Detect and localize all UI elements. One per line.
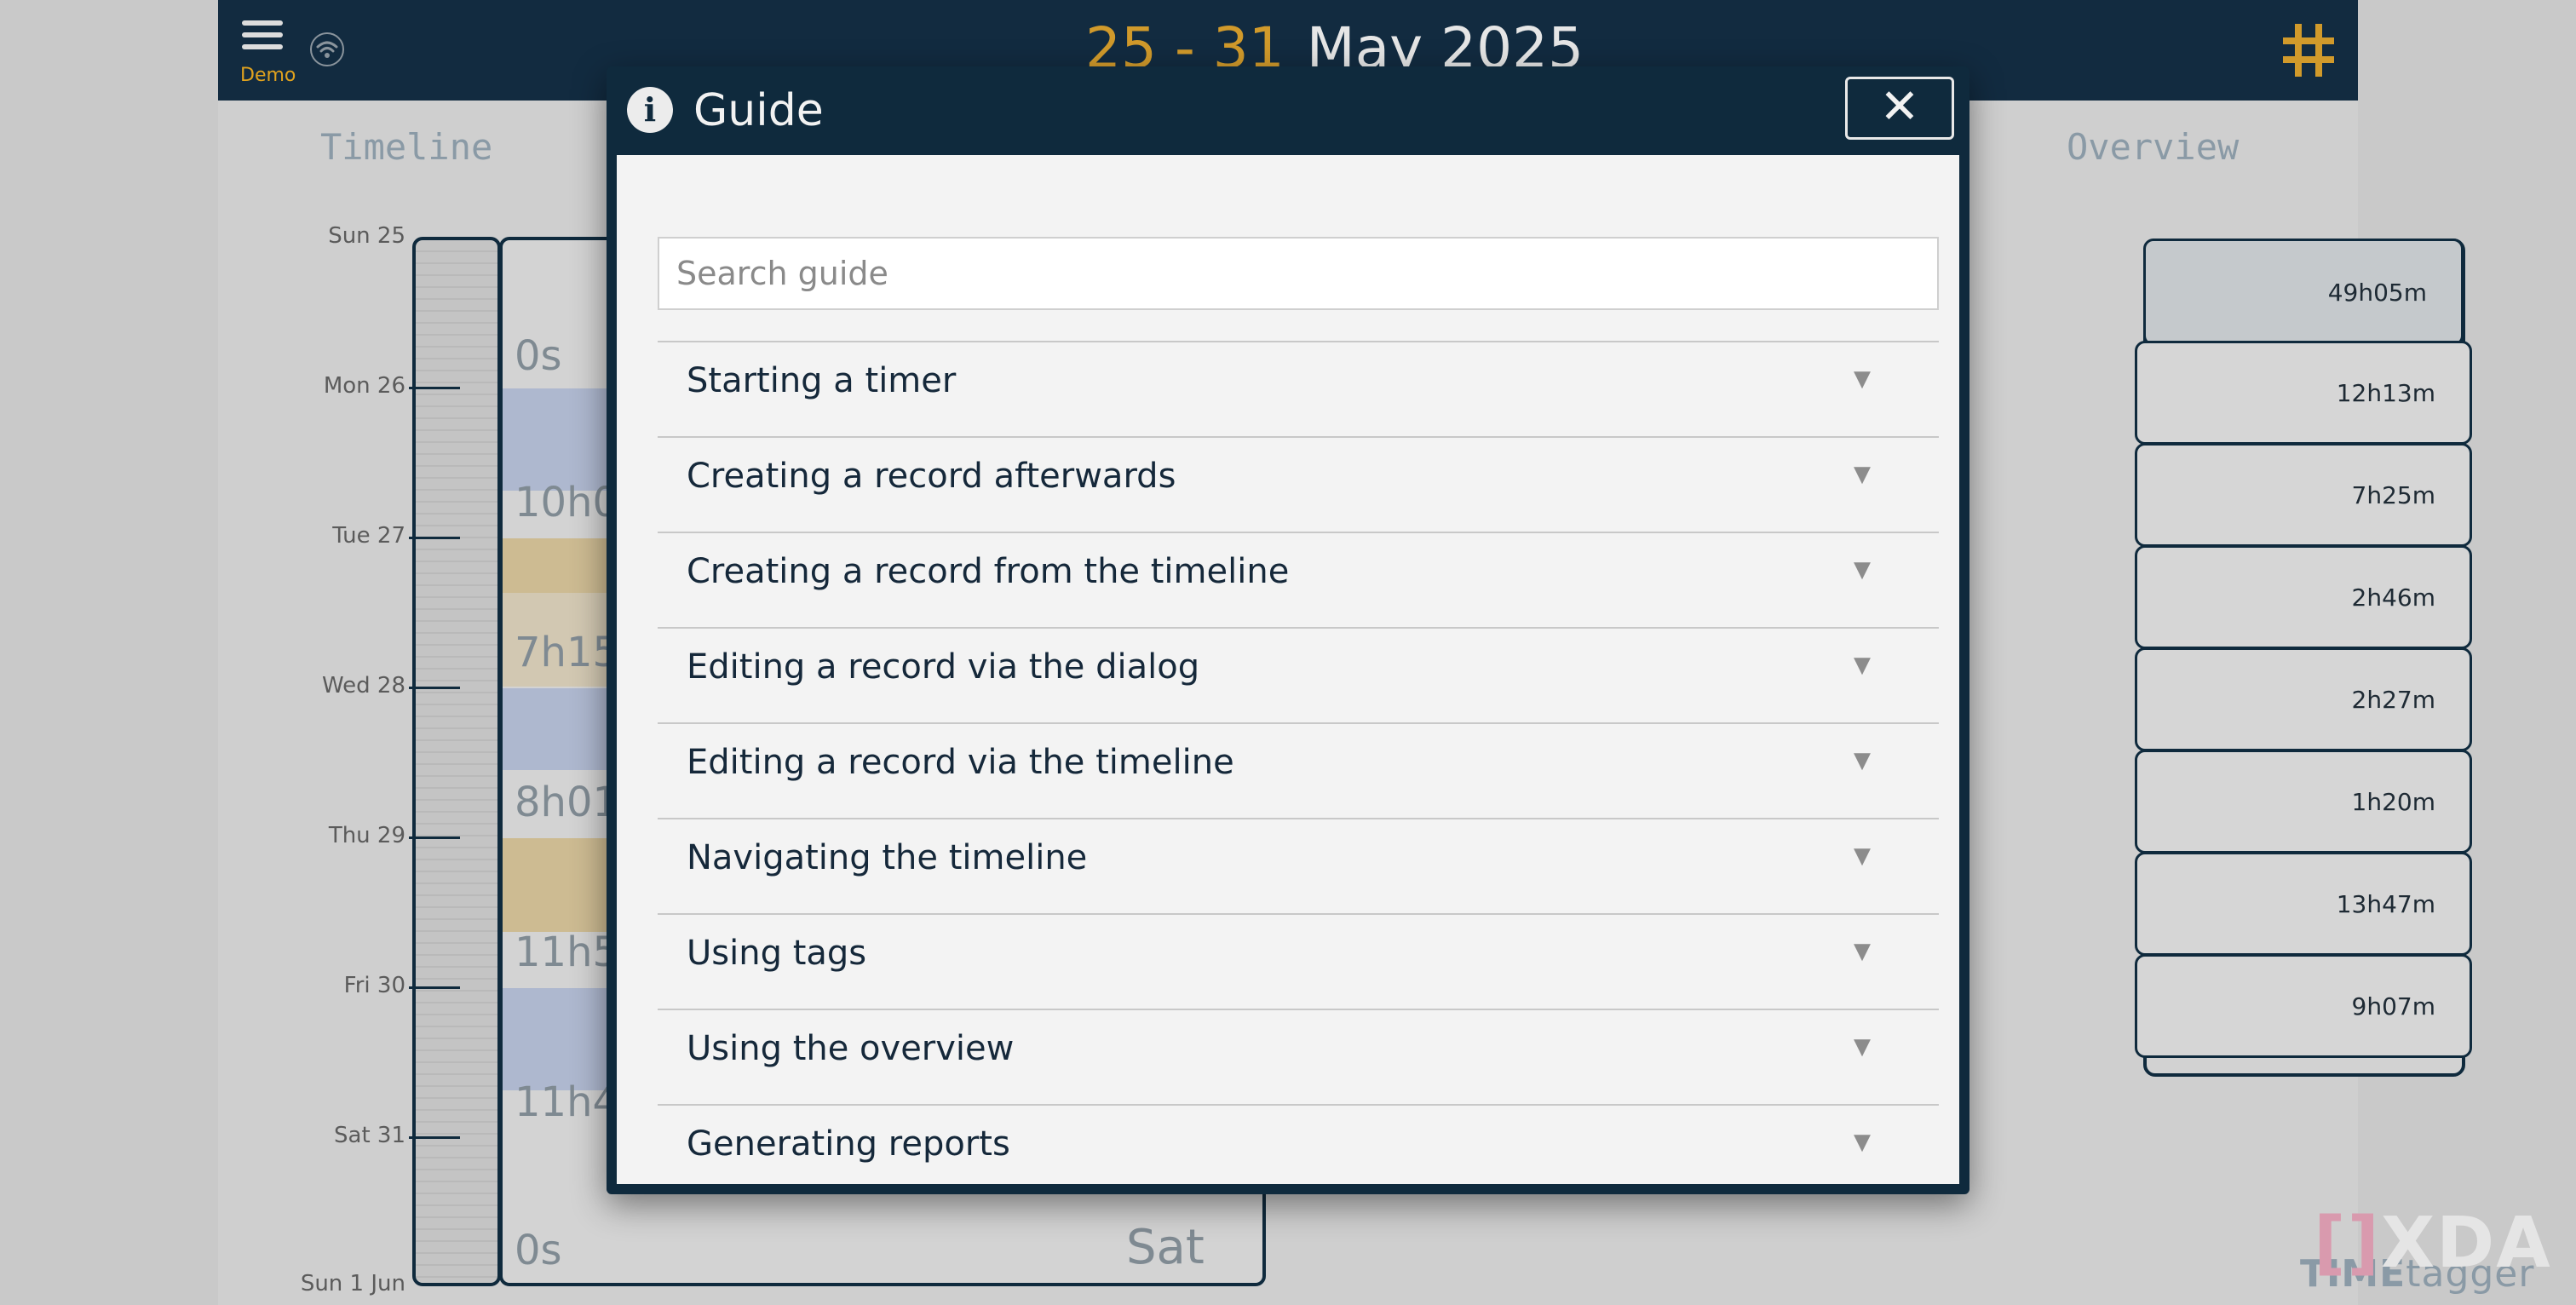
chevron-down-icon: ▼ — [1854, 557, 1871, 583]
day-label: Tue 27 — [332, 523, 405, 549]
timeline-end-label: Sat — [1126, 1220, 1205, 1275]
guide-topic-using-overview[interactable]: Using the overview ▼ — [658, 1009, 1939, 1104]
day-duration: 8h01 — [515, 779, 619, 826]
info-icon: i — [627, 87, 673, 133]
day-divider — [409, 986, 460, 989]
overview-value: 13h47m — [2336, 890, 2435, 918]
chevron-down-icon: ▼ — [1854, 748, 1871, 773]
day-divider — [409, 537, 460, 539]
account-label: Demo — [240, 65, 296, 86]
overview-row[interactable]: 2h27m — [2135, 647, 2472, 751]
overview-title: Overview — [2067, 126, 2240, 168]
day-divider — [409, 687, 460, 689]
guide-dialog-header: i Guide ✕ — [607, 66, 1969, 155]
guide-topic-label: Creating a record from the timeline — [687, 552, 1290, 591]
guide-topic-list: Starting a timer ▼ Creating a record aft… — [658, 341, 1939, 1199]
chevron-down-icon: ▼ — [1854, 1130, 1871, 1155]
guide-dialog-body: Starting a timer ▼ Creating a record aft… — [617, 155, 1959, 1184]
sync-status-icon[interactable] — [308, 31, 346, 68]
overview-value: 49h05m — [2327, 279, 2427, 307]
guide-topic-label: Navigating the timeline — [687, 838, 1088, 877]
overview-value: 12h13m — [2336, 379, 2435, 407]
day-duration: 0s — [515, 332, 562, 380]
day-label: Thu 29 — [328, 823, 405, 848]
overview-total-row[interactable]: 49h05m — [2143, 239, 2464, 346]
guide-topic-label: Editing a record via the timeline — [687, 743, 1234, 782]
chevron-down-icon: ▼ — [1854, 1034, 1871, 1060]
overview-row[interactable]: 12h13m — [2135, 341, 2472, 445]
day-label: Wed 28 — [321, 673, 405, 698]
day-divider — [409, 1136, 460, 1139]
chevron-down-icon: ▼ — [1854, 366, 1871, 392]
close-button[interactable]: ✕ — [1845, 77, 1954, 140]
guide-topic-label: Using the overview — [687, 1029, 1015, 1068]
guide-topic-label: Creating a record afterwards — [687, 457, 1176, 496]
day-duration: 11h4 — [515, 1078, 619, 1126]
day-duration: 7h15 — [515, 629, 619, 676]
overview-row[interactable]: 1h20m — [2135, 750, 2472, 854]
overview-value: 2h27m — [2351, 686, 2435, 714]
overview-value: 2h46m — [2351, 584, 2435, 612]
day-label: Sun 1 Jun — [300, 1271, 405, 1296]
guide-dialog-title: Guide — [693, 85, 824, 136]
guide-topic-creating-record-from-timeline[interactable]: Creating a record from the timeline ▼ — [658, 532, 1939, 627]
timeline-title: Timeline — [320, 126, 493, 168]
day-duration: 0s — [515, 1227, 562, 1274]
day-duration: 10h0 — [515, 479, 619, 526]
chevron-down-icon: ▼ — [1854, 939, 1871, 964]
chevron-down-icon: ▼ — [1854, 462, 1871, 487]
guide-dialog: i Guide ✕ Starting a timer ▼ Creating a … — [607, 66, 1969, 1194]
xda-watermark: []XDA — [2314, 1203, 2552, 1284]
guide-topic-using-tags[interactable]: Using tags ▼ — [658, 913, 1939, 1009]
chevron-down-icon: ▼ — [1854, 652, 1871, 678]
day-duration: 11h5 — [515, 928, 619, 976]
overview-row[interactable]: 2h46m — [2135, 545, 2472, 649]
menu-icon[interactable] — [242, 20, 283, 55]
chevron-down-icon: ▼ — [1854, 843, 1871, 869]
day-label: Sun 25 — [328, 223, 405, 249]
day-label: Fri 30 — [343, 973, 405, 998]
timeline-ruler[interactable] — [412, 237, 501, 1286]
overview-row[interactable]: 9h07m — [2135, 954, 2472, 1058]
guide-topic-generating-reports[interactable]: Generating reports ▼ — [658, 1104, 1939, 1199]
guide-topic-editing-record-via-timeline[interactable]: Editing a record via the timeline ▼ — [658, 722, 1939, 818]
overview-value: 7h25m — [2351, 481, 2435, 509]
day-label: Mon 26 — [323, 373, 405, 399]
guide-topic-label: Using tags — [687, 934, 867, 973]
search-guide-input[interactable] — [658, 237, 1939, 310]
guide-topic-starting-a-timer[interactable]: Starting a timer ▼ — [658, 341, 1939, 436]
overview-row[interactable]: 7h25m — [2135, 443, 2472, 547]
guide-topic-editing-record-via-dialog[interactable]: Editing a record via the dialog ▼ — [658, 627, 1939, 722]
guide-topic-label: Starting a timer — [687, 361, 957, 400]
overview-row[interactable]: 13h47m — [2135, 852, 2472, 956]
day-label: Sat 31 — [334, 1123, 405, 1148]
day-divider — [409, 387, 460, 389]
day-divider — [409, 836, 460, 839]
timetagger-logo-icon[interactable] — [2280, 20, 2337, 80]
guide-topic-label: Editing a record via the dialog — [687, 647, 1200, 687]
overview-value: 9h07m — [2351, 992, 2435, 1020]
guide-topic-creating-record-afterwards[interactable]: Creating a record afterwards ▼ — [658, 436, 1939, 532]
guide-topic-navigating-timeline[interactable]: Navigating the timeline ▼ — [658, 818, 1939, 913]
guide-topic-label: Generating reports — [687, 1124, 1010, 1164]
overview-value: 1h20m — [2351, 788, 2435, 816]
